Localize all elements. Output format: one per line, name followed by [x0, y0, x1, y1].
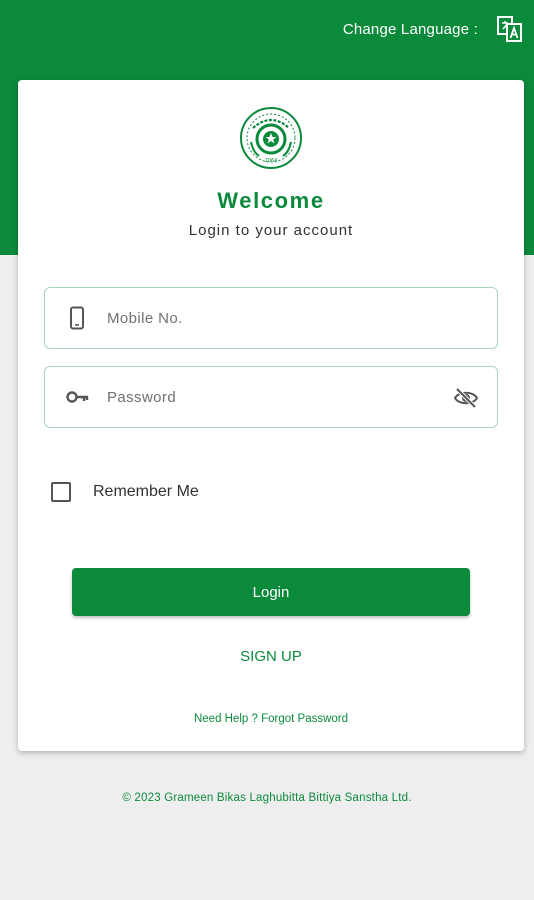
login-card: 2064 Welcome Login to your account Remem…	[18, 80, 524, 751]
password-field[interactable]	[44, 366, 498, 428]
login-button[interactable]: Login	[72, 568, 470, 616]
password-input[interactable]	[107, 367, 437, 427]
signup-link[interactable]: SIGN UP	[18, 648, 524, 665]
copyright-text: © 2023 Grameen Bikas Laghubitta Bittiya …	[122, 792, 412, 804]
change-language-label: Change Language :	[342, 20, 478, 38]
welcome-title: Welcome	[217, 188, 325, 213]
mobile-input[interactable]	[107, 288, 437, 348]
remember-me-label: Remember Me	[93, 483, 199, 500]
visibility-off-icon[interactable]	[453, 385, 479, 411]
login-subtitle: Login to your account	[188, 222, 354, 239]
remember-me[interactable]: Remember Me	[51, 482, 199, 502]
translate-icon[interactable]	[496, 15, 524, 43]
mobile-phone-icon	[70, 306, 84, 330]
change-language-control[interactable]: Change Language :	[343, 14, 524, 44]
help-forgot-password-link[interactable]: Need Help ? Forgot Password	[18, 713, 524, 725]
logo-year-text: 2064	[265, 158, 278, 164]
organization-seal-logo: 2064	[240, 107, 302, 169]
key-icon	[66, 391, 89, 403]
mobile-field[interactable]	[44, 287, 498, 349]
remember-me-checkbox[interactable]	[51, 482, 71, 502]
